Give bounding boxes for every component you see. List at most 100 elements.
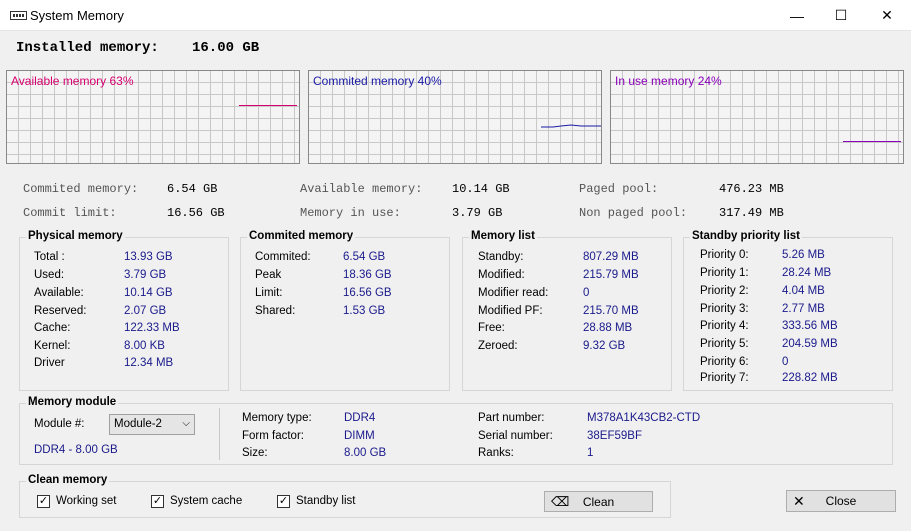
- form-factor-label: Form factor:: [242, 430, 304, 442]
- paged-pool-value: 476.23 MB: [719, 182, 784, 196]
- row-value: 3.79 GB: [124, 269, 167, 281]
- part-number-label: Part number:: [478, 412, 545, 424]
- ranks-label: Ranks:: [478, 447, 514, 459]
- title-bar: System Memory — ☐ ✕: [0, 0, 911, 31]
- row-value: 6.54 GB: [343, 251, 386, 263]
- standby-list-checkbox[interactable]: ✓: [277, 495, 290, 508]
- row-label: Priority 5:: [700, 338, 749, 350]
- close-icon: ✕: [793, 493, 805, 509]
- eraser-icon: ⌫: [551, 494, 570, 509]
- available-memory-graph: Available memory 63%: [6, 70, 300, 164]
- graph-label: In use memory 24%: [615, 74, 722, 88]
- row-label: Priority 3:: [700, 303, 749, 315]
- group-title: Memory list: [469, 230, 537, 242]
- memory-type-value: DDR4: [344, 412, 376, 424]
- group-title: Physical memory: [26, 230, 125, 242]
- non-paged-pool-value: 317.49 MB: [719, 206, 784, 220]
- row-label: Standby:: [478, 251, 524, 263]
- row-value: 8.00 KB: [124, 340, 165, 352]
- non-paged-pool-label: Non paged pool:: [579, 206, 688, 220]
- group-title: Commited memory: [247, 230, 356, 242]
- row-value: 12.34 MB: [124, 357, 174, 369]
- row-label: Priority 0:: [700, 249, 749, 261]
- clean-button-label: Clean: [582, 494, 615, 509]
- memory-in-use-label: Memory in use:: [300, 206, 401, 220]
- graph-label: Available memory 63%: [11, 74, 134, 88]
- module-summary: DDR4 - 8.00 GB: [34, 444, 118, 456]
- close-window-button[interactable]: ✕: [864, 0, 910, 31]
- row-value: 122.33 MB: [124, 322, 180, 334]
- row-label: Reserved:: [34, 305, 87, 317]
- row-value: 807.29 MB: [583, 251, 639, 263]
- graph-line: [541, 124, 601, 128]
- row-value: 4.04 MB: [782, 285, 825, 297]
- row-label: Limit:: [255, 287, 283, 299]
- row-value: 215.79 MB: [583, 269, 639, 281]
- system-cache-checkbox[interactable]: ✓: [151, 495, 164, 508]
- commited-memory-graph: Commited memory 40%: [308, 70, 602, 164]
- working-set-label[interactable]: Working set: [56, 495, 117, 507]
- row-label: Used:: [34, 269, 65, 281]
- working-set-checkbox[interactable]: ✓: [37, 495, 50, 508]
- row-value: 28.24 MB: [782, 267, 832, 279]
- ranks-value: 1: [587, 447, 594, 459]
- module-select-value: Module-2: [114, 418, 162, 430]
- clean-button[interactable]: ⌫ Clean: [544, 491, 653, 512]
- maximize-button[interactable]: ☐: [818, 0, 864, 31]
- chevron-down-icon: ⌵: [182, 418, 190, 429]
- close-button[interactable]: ✕ Close: [786, 490, 896, 512]
- installed-memory-label: Installed memory:: [16, 40, 159, 56]
- commited-memory-value: 6.54 GB: [167, 182, 218, 196]
- module-select[interactable]: Module-2 ⌵: [109, 414, 195, 435]
- row-value: 28.88 MB: [583, 322, 633, 334]
- commit-limit-value: 16.56 GB: [167, 206, 225, 220]
- row-label: Kernel:: [34, 340, 71, 352]
- row-value: 228.82 MB: [782, 372, 838, 384]
- row-label: Commited:: [255, 251, 311, 263]
- memory-chip-icon: [10, 11, 27, 20]
- serial-number-value: 38EF59BF: [587, 430, 642, 442]
- available-memory-label: Available memory:: [300, 182, 423, 196]
- row-value: 5.26 MB: [782, 249, 825, 261]
- serial-number-label: Serial number:: [478, 430, 553, 442]
- memory-in-use-value: 3.79 GB: [452, 206, 503, 220]
- row-label: Modifier read:: [478, 287, 549, 299]
- row-value: 2.07 GB: [124, 305, 167, 317]
- row-value: 1.53 GB: [343, 305, 386, 317]
- row-value: 204.59 MB: [782, 338, 838, 350]
- minimize-button[interactable]: —: [774, 0, 820, 31]
- group-title: Clean memory: [26, 474, 110, 486]
- graph-line: [843, 141, 901, 142]
- row-value: 16.56 GB: [343, 287, 392, 299]
- group-title: Memory module: [26, 396, 119, 408]
- size-value: 8.00 GB: [344, 447, 387, 459]
- commited-memory-label: Commited memory:: [23, 182, 139, 196]
- row-value: 333.56 MB: [782, 320, 838, 332]
- row-value: 13.93 GB: [124, 251, 173, 263]
- paged-pool-label: Paged pool:: [579, 182, 659, 196]
- row-value: 0: [782, 356, 789, 368]
- graph-label: Commited memory 40%: [313, 74, 442, 88]
- row-label: Total :: [34, 251, 65, 263]
- row-label: Peak: [255, 269, 282, 281]
- standby-list-label[interactable]: Standby list: [296, 495, 355, 507]
- available-memory-value: 10.14 GB: [452, 182, 510, 196]
- row-label: Priority 4:: [700, 320, 749, 332]
- group-title: Standby priority list: [690, 230, 802, 242]
- row-label: Free:: [478, 322, 505, 334]
- row-label: Cache:: [34, 322, 71, 334]
- row-label: Shared:: [255, 305, 296, 317]
- size-label: Size:: [242, 447, 268, 459]
- row-label: Zeroed:: [478, 340, 518, 352]
- row-label: Available:: [34, 287, 84, 299]
- row-label: Priority 6:: [700, 356, 749, 368]
- row-value: 215.70 MB: [583, 305, 639, 317]
- commit-limit-label: Commit limit:: [23, 206, 117, 220]
- row-value: 9.32 GB: [583, 340, 626, 352]
- row-label: Modified:: [478, 269, 525, 281]
- in-use-memory-graph: In use memory 24%: [610, 70, 904, 164]
- system-cache-label[interactable]: System cache: [170, 495, 242, 507]
- row-value: 18.36 GB: [343, 269, 392, 281]
- row-value: 2.77 MB: [782, 303, 825, 315]
- module-number-label: Module #:: [34, 418, 85, 430]
